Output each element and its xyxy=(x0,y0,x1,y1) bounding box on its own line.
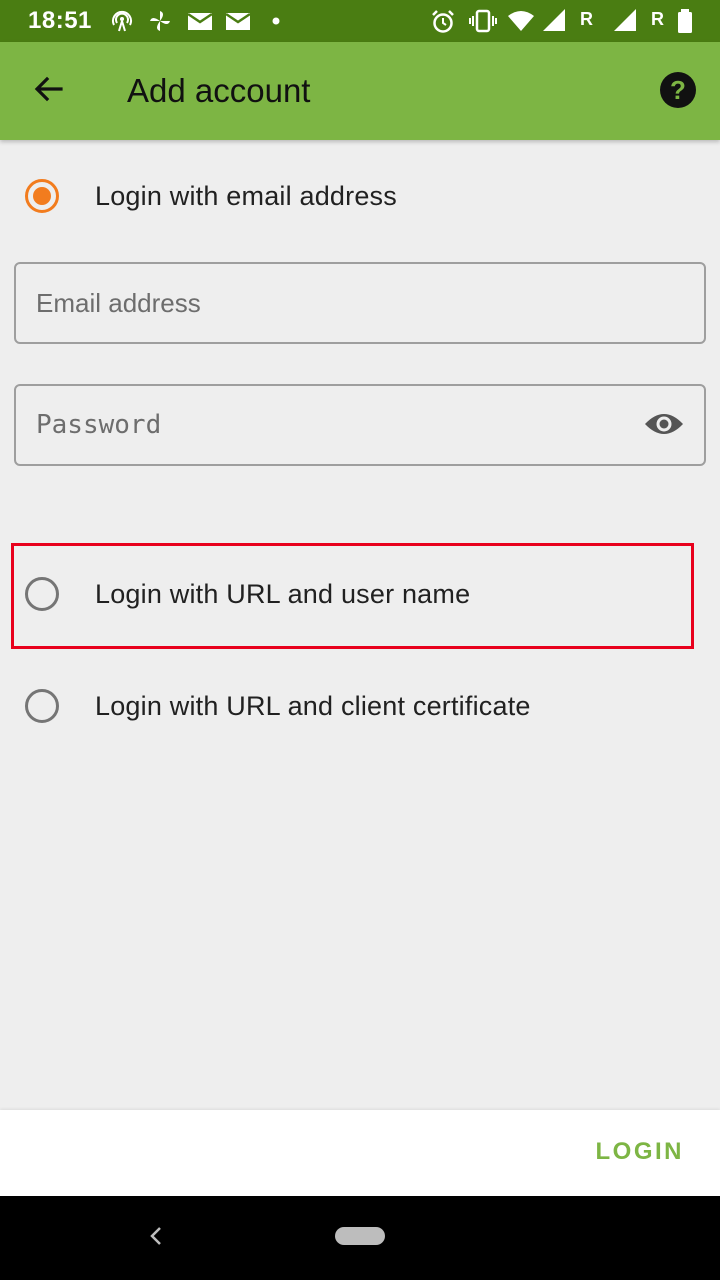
signal-icon xyxy=(541,9,565,33)
radio-checked-icon[interactable] xyxy=(25,179,59,213)
back-button[interactable] xyxy=(22,64,76,118)
app-bar: Add account ? xyxy=(0,42,720,140)
login-button[interactable]: LOGIN xyxy=(596,1138,685,1166)
email-field[interactable] xyxy=(14,262,706,344)
roaming-indicator: R xyxy=(580,9,593,29)
signal-icon xyxy=(612,9,636,33)
status-time: 18:51 xyxy=(28,7,92,34)
email-input[interactable] xyxy=(36,264,676,342)
alarm-icon xyxy=(430,9,454,33)
password-field[interactable] xyxy=(14,384,706,466)
vibrate-icon xyxy=(469,9,497,33)
navigation-bar xyxy=(0,1196,720,1280)
mail-icon xyxy=(225,9,251,33)
radio-unchecked-icon[interactable] xyxy=(25,689,59,723)
battery-icon xyxy=(676,9,700,33)
arrow-back-icon xyxy=(33,73,65,110)
nav-home-button[interactable] xyxy=(335,1227,385,1245)
pinwheel-icon xyxy=(148,9,172,33)
option-login-url-certificate[interactable]: Login with URL and client certificate xyxy=(0,664,720,748)
status-bar: 18:51 R R xyxy=(0,0,720,42)
chevron-left-icon xyxy=(146,1224,166,1253)
dot-icon xyxy=(266,9,290,33)
option-label: Login with URL and client certificate xyxy=(95,691,531,721)
radio-unchecked-icon[interactable] xyxy=(25,577,59,611)
nav-back-button[interactable] xyxy=(140,1222,172,1254)
bottom-bar: LOGIN xyxy=(0,1110,720,1196)
page-title: Add account xyxy=(127,72,311,109)
roaming-indicator: R xyxy=(651,9,664,29)
option-label: Login with email address xyxy=(95,181,397,211)
help-icon: ? xyxy=(659,71,697,114)
hotspot-icon xyxy=(110,9,134,33)
svg-text:?: ? xyxy=(670,75,686,105)
eye-icon xyxy=(644,410,684,443)
mail-icon xyxy=(187,9,213,33)
option-label: Login with URL and user name xyxy=(95,579,471,609)
help-button[interactable]: ? xyxy=(652,66,704,118)
option-login-email[interactable]: Login with email address xyxy=(0,154,720,238)
option-login-url-username[interactable]: Login with URL and user name xyxy=(0,552,720,636)
wifi-icon xyxy=(507,9,534,33)
toggle-password-visibility-button[interactable] xyxy=(642,406,686,446)
password-input[interactable] xyxy=(36,386,626,464)
